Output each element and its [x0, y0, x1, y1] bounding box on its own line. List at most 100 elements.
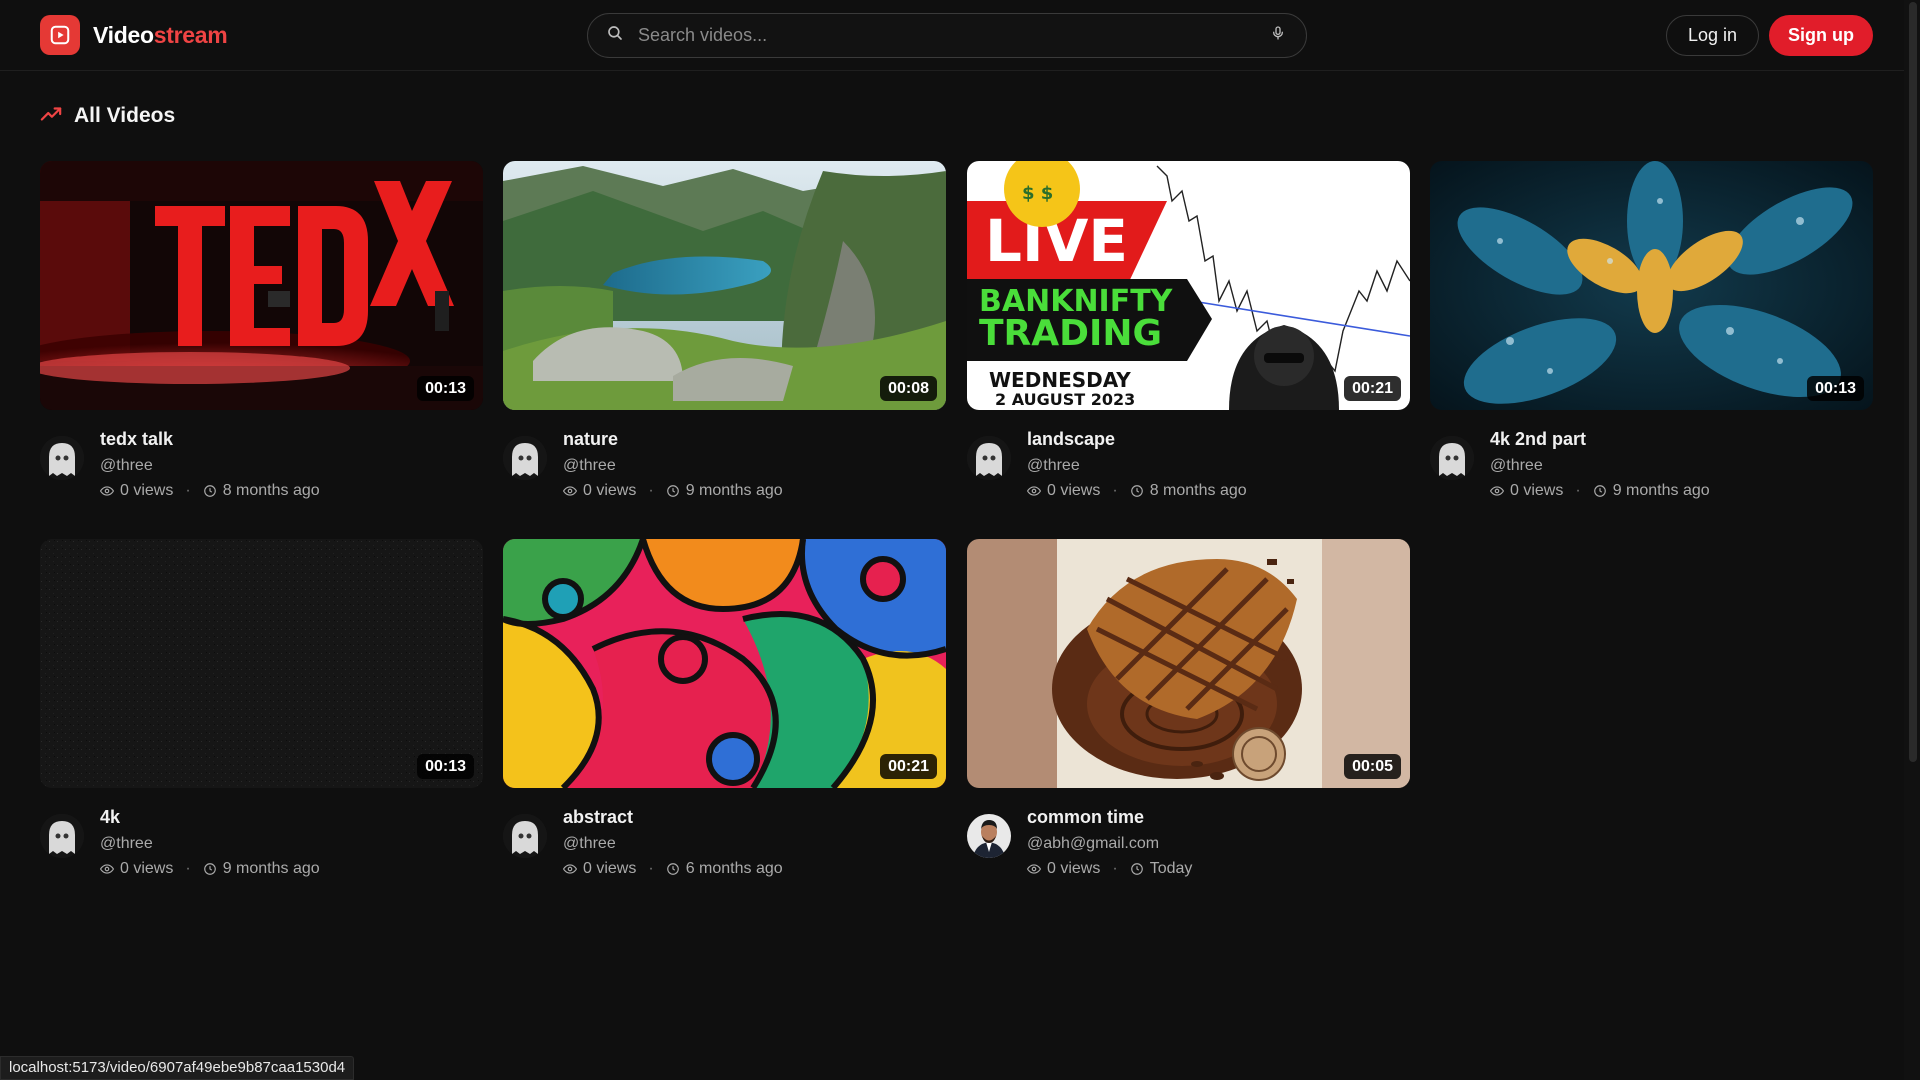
video-duration: 00:13: [417, 754, 474, 779]
eye-icon: [563, 864, 577, 874]
upload-age: Today: [1149, 860, 1193, 877]
channel-avatar[interactable]: [503, 814, 547, 858]
ghost-icon: [40, 436, 84, 480]
video-thumbnail[interactable]: 00:13: [40, 539, 483, 788]
play-icon: [40, 15, 80, 55]
eye-icon: [563, 486, 577, 496]
channel-name[interactable]: @three: [1027, 457, 1080, 475]
video-thumbnail[interactable]: 00:08: [503, 161, 946, 410]
upload-age: 8 months ago: [222, 482, 320, 499]
video-card[interactable]: 00:21 abstract @three 0 views · 6 months…: [503, 539, 946, 902]
video-meta: 4k 2nd part @three 0 views · 9 months ag…: [1430, 424, 1873, 524]
video-stats: 0 views · Today: [1027, 860, 1192, 878]
view-count: 0 views: [120, 482, 174, 499]
clock-icon: [666, 485, 679, 497]
tedx-stage-thumbnail: [40, 161, 483, 410]
eye-icon: [100, 864, 114, 874]
channel-avatar[interactable]: [967, 436, 1011, 480]
video-meta: common time @abh@gmail.com 0 views · Tod…: [967, 802, 1410, 902]
video-stats: 0 views · 6 months ago: [563, 860, 783, 878]
microphone-icon[interactable]: [1270, 24, 1286, 47]
video-title[interactable]: 4k: [100, 807, 120, 828]
browser-status-url: localhost:5173/video/6907af49ebe9b87caa1…: [0, 1056, 355, 1080]
separator-dot: ·: [648, 482, 654, 499]
video-title[interactable]: nature: [563, 429, 618, 450]
video-card[interactable]: 00:13 4k @three 0 views · 9 months ago: [40, 539, 483, 902]
video-stats: 0 views · 9 months ago: [100, 860, 320, 878]
brand-logo[interactable]: Videostream: [40, 15, 228, 55]
blue-leaves-thumbnail: [1430, 161, 1873, 410]
signup-button[interactable]: Sign up: [1769, 15, 1873, 56]
video-duration: 00:05: [1344, 754, 1401, 779]
video-card[interactable]: 00:13 4k 2nd part @three 0 views · 9 mon…: [1430, 161, 1873, 524]
video-meta: nature @three 0 views · 9 months ago: [503, 424, 946, 524]
eye-icon: [100, 486, 114, 496]
view-count: 0 views: [120, 860, 174, 877]
video-thumbnail[interactable]: LIVE BANKNIFTY TRADING $ $ WEDNESDAY 2 A…: [967, 161, 1410, 410]
separator-dot: ·: [1112, 482, 1118, 499]
video-thumbnail[interactable]: 00:13: [1430, 161, 1873, 410]
page-scrollbar[interactable]: [1904, 0, 1920, 1080]
view-count: 0 views: [583, 482, 637, 499]
brand-name: Videostream: [93, 22, 228, 49]
channel-avatar[interactable]: [503, 436, 547, 480]
video-meta: tedx talk @three 0 views · 8 months ago: [40, 424, 483, 524]
video-card[interactable]: 00:13 tedx talk @three 0 views · 8 month…: [40, 161, 483, 524]
upload-age: 9 months ago: [222, 860, 320, 877]
channel-name[interactable]: @abh@gmail.com: [1027, 835, 1159, 853]
video-title[interactable]: abstract: [563, 807, 633, 828]
search-bar: [587, 13, 1307, 58]
clock-icon: [666, 863, 679, 875]
trending-up-icon: [40, 103, 62, 130]
channel-name[interactable]: @three: [563, 835, 616, 853]
video-stats: 0 views · 8 months ago: [100, 482, 320, 500]
video-title[interactable]: common time: [1027, 807, 1144, 828]
clock-icon: [1130, 863, 1143, 875]
upload-age: 9 months ago: [685, 482, 783, 499]
channel-avatar[interactable]: [1430, 436, 1474, 480]
eye-icon: [1027, 486, 1041, 496]
channel-name[interactable]: @three: [100, 835, 153, 853]
video-stats: 0 views · 9 months ago: [1490, 482, 1710, 500]
channel-avatar[interactable]: [40, 814, 84, 858]
search-input[interactable]: [638, 14, 1270, 57]
login-button[interactable]: Log in: [1666, 15, 1759, 56]
separator-dot: ·: [648, 860, 654, 877]
clock-icon: [1130, 485, 1143, 497]
upload-age: 9 months ago: [1612, 482, 1710, 499]
video-meta: 4k @three 0 views · 9 months ago: [40, 802, 483, 902]
video-thumbnail[interactable]: 00:13: [40, 161, 483, 410]
video-title[interactable]: 4k 2nd part: [1490, 429, 1586, 450]
ghost-icon: [503, 436, 547, 480]
ghost-icon: [967, 436, 1011, 480]
channel-avatar[interactable]: [40, 436, 84, 480]
video-thumbnail[interactable]: 00:21: [503, 539, 946, 788]
mountain-lake-thumbnail: [503, 161, 946, 410]
video-duration: 00:21: [1344, 376, 1401, 401]
video-card[interactable]: 00:08 nature @three 0 views · 9 months a…: [503, 161, 946, 524]
video-meta: abstract @three 0 views · 6 months ago: [503, 802, 946, 902]
scrollbar-thumb[interactable]: [1909, 2, 1917, 762]
thumb-line2-text: TRADING: [979, 313, 1162, 354]
ghost-icon: [1430, 436, 1474, 480]
video-thumbnail[interactable]: 00:05: [967, 539, 1410, 788]
channel-name[interactable]: @three: [563, 457, 616, 475]
video-title[interactable]: tedx talk: [100, 429, 173, 450]
channel-avatar[interactable]: [967, 814, 1011, 858]
thumb-date-text: 2 AUGUST 2023: [995, 390, 1135, 409]
separator-dot: ·: [1575, 482, 1581, 499]
video-stats: 0 views · 8 months ago: [1027, 482, 1247, 500]
channel-name[interactable]: @three: [1490, 457, 1543, 475]
section-heading: All Videos: [40, 102, 175, 130]
separator-dot: ·: [185, 482, 191, 499]
video-title[interactable]: landscape: [1027, 429, 1115, 450]
clock-icon: [203, 863, 216, 875]
video-stats: 0 views · 9 months ago: [563, 482, 783, 500]
abstract-color-thumbnail: [503, 539, 946, 788]
channel-name[interactable]: @three: [100, 457, 153, 475]
video-duration: 00:13: [417, 376, 474, 401]
video-card[interactable]: 00:05 common time @abh@gmail.com 0 views…: [967, 539, 1410, 902]
clock-icon: [203, 485, 216, 497]
video-card[interactable]: LIVE BANKNIFTY TRADING $ $ WEDNESDAY 2 A…: [967, 161, 1410, 524]
video-duration: 00:08: [880, 376, 937, 401]
